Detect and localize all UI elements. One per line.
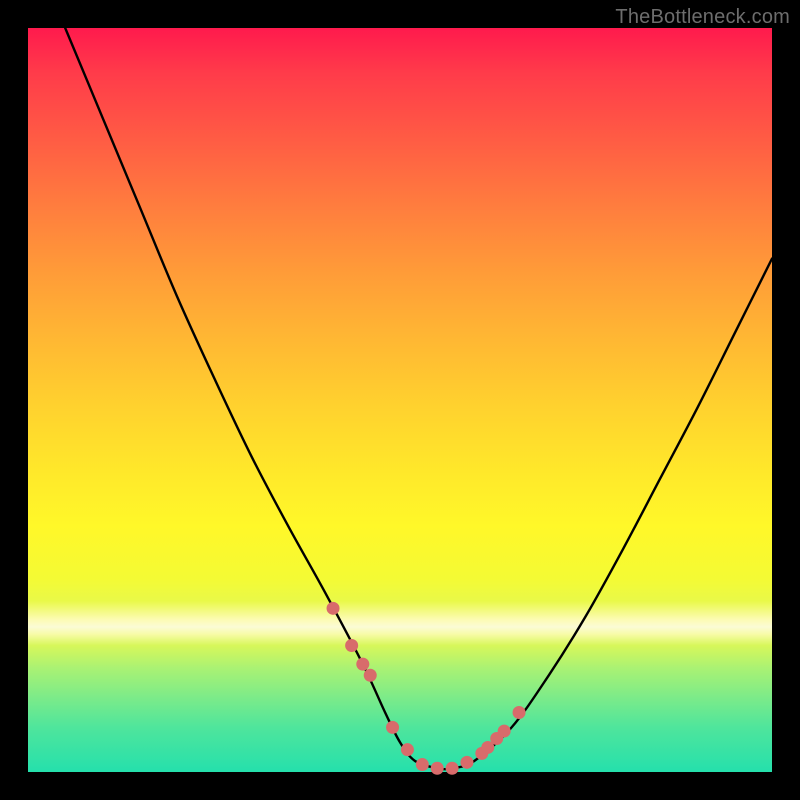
marker-point bbox=[446, 762, 459, 775]
marker-point bbox=[386, 721, 399, 734]
watermark-text: TheBottleneck.com bbox=[615, 6, 790, 29]
marker-point bbox=[475, 747, 488, 760]
marker-point bbox=[345, 639, 358, 652]
marker-point bbox=[490, 732, 503, 745]
marker-point bbox=[431, 762, 444, 775]
marker-point bbox=[513, 706, 526, 719]
marker-group bbox=[327, 602, 526, 775]
marker-point bbox=[356, 658, 369, 671]
marker-point bbox=[416, 758, 429, 771]
marker-point bbox=[498, 725, 511, 738]
marker-point bbox=[460, 756, 473, 769]
curve-layer bbox=[28, 28, 772, 772]
marker-point bbox=[364, 669, 377, 682]
marker-point bbox=[327, 602, 340, 615]
marker-point bbox=[481, 741, 494, 754]
bottleneck-curve bbox=[65, 28, 772, 769]
marker-point bbox=[401, 743, 414, 756]
chart-plot-area bbox=[28, 28, 772, 772]
